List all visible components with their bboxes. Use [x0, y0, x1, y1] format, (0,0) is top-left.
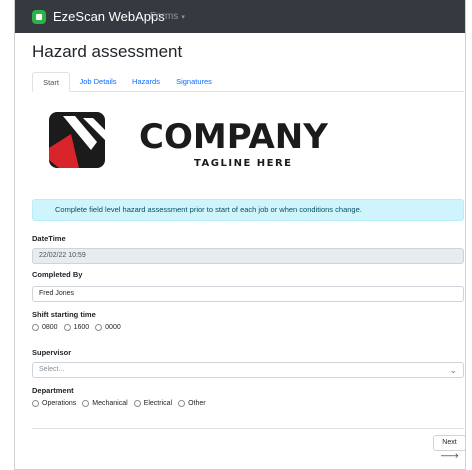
tab-job-details[interactable]: Job Details: [72, 72, 124, 92]
department-option-label: Operations: [42, 400, 77, 407]
chevron-down-icon: ▾: [181, 14, 185, 21]
company-banner: COMPANY TAGLINE HERE: [49, 112, 328, 169]
shift-option-1600[interactable]: 1600: [63, 324, 90, 331]
radio-icon: [82, 400, 90, 407]
datetime-field: 22/02/22 10:59: [32, 248, 464, 264]
radio-icon: [63, 324, 71, 331]
department-option-operations[interactable]: Operations: [32, 400, 76, 407]
forms-dropdown-label: Forms: [150, 11, 179, 22]
info-alert: Complete field level hazard assessment p…: [32, 199, 464, 221]
datetime-label: DateTime: [32, 234, 66, 243]
brand-link[interactable]: EzeScan WebApps: [53, 9, 165, 24]
department-option-label: Other: [188, 400, 206, 407]
supervisor-label: Supervisor: [32, 348, 72, 357]
page-title: Hazard assessment: [32, 42, 183, 61]
tab-signatures[interactable]: Signatures: [169, 72, 219, 92]
footer-divider: [32, 428, 464, 429]
shift-option-0000[interactable]: 0000: [95, 324, 121, 331]
app-window: EzeScan WebApps Forms ▾ Hazard assessment…: [14, 0, 466, 470]
department-option-label: Electrical: [143, 400, 173, 407]
navbar: EzeScan WebApps Forms ▾: [15, 0, 465, 33]
completed-by-label: Completed By: [32, 270, 83, 279]
company-tagline: TAGLINE HERE: [194, 158, 293, 169]
department-option-label: Mechanical: [92, 400, 128, 407]
tab-hazards[interactable]: Hazards: [126, 72, 166, 92]
shift-radio-group: 0800 1600 0000: [32, 324, 127, 331]
radio-icon: [95, 324, 103, 331]
completed-by-field[interactable]: Fred Jones: [32, 286, 464, 302]
tab-start[interactable]: Start: [32, 72, 70, 92]
department-radio-group: Operations Mechanical Electrical Other: [32, 400, 212, 407]
radio-icon: [32, 324, 39, 331]
shift-option-label: 0000: [105, 324, 121, 331]
shift-option-label: 1600: [73, 324, 90, 331]
forms-dropdown[interactable]: Forms ▾: [150, 11, 185, 22]
shift-option-label: 0800: [42, 324, 58, 331]
department-option-other[interactable]: Other: [178, 400, 206, 407]
chevron-down-icon: ⌄: [449, 365, 457, 375]
company-logo-icon: [49, 112, 105, 168]
radio-icon: [178, 400, 186, 407]
supervisor-placeholder: Select...: [39, 366, 65, 373]
shift-option-0800[interactable]: 0800: [32, 324, 58, 331]
radio-icon: [133, 400, 141, 407]
arrow-right-icon: 🡒: [440, 453, 459, 460]
next-button[interactable]: Next 🡒: [433, 435, 465, 460]
shift-label: Shift starting time: [32, 310, 96, 319]
department-option-mechanical[interactable]: Mechanical: [82, 400, 128, 407]
radio-icon: [32, 400, 39, 407]
app-logo-icon[interactable]: [32, 10, 46, 24]
next-button-label: Next: [442, 439, 457, 446]
company-name: COMPANY: [139, 117, 328, 157]
department-option-electrical[interactable]: Electrical: [133, 400, 173, 407]
department-label: Department: [32, 386, 74, 395]
supervisor-select[interactable]: Select... ⌄: [32, 362, 464, 378]
tab-bar: Start Job Details Hazards Signatures: [32, 72, 464, 92]
